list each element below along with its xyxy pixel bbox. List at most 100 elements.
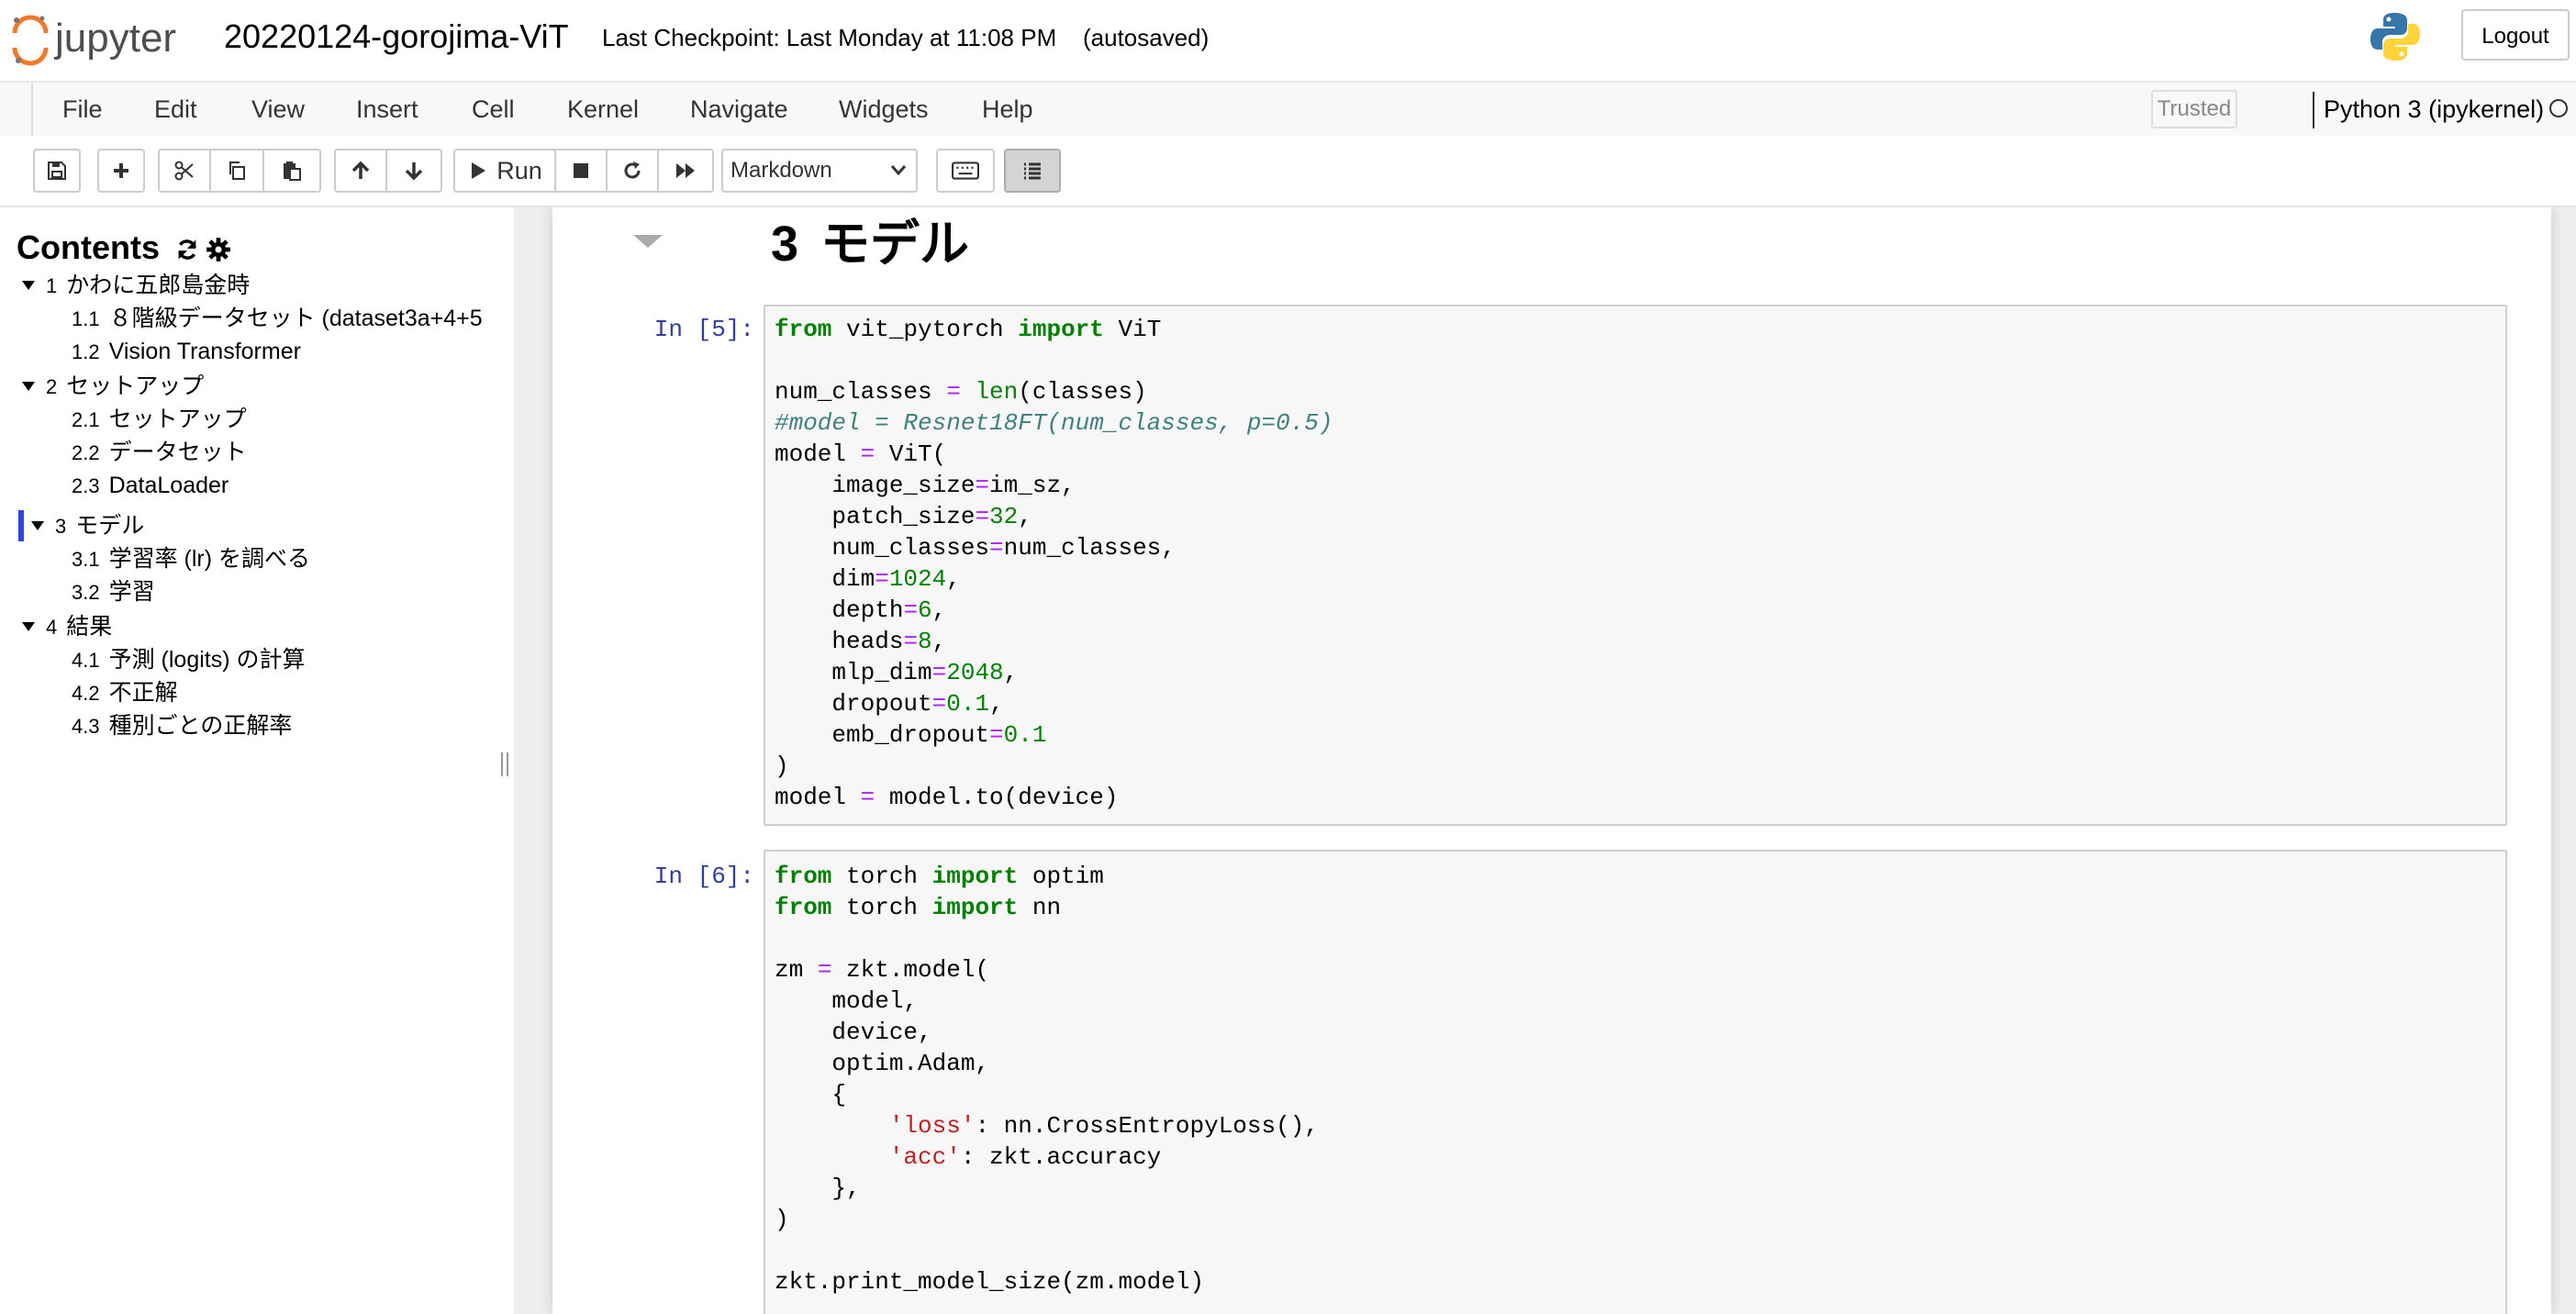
menu-navigate[interactable]: Navigate [690, 83, 788, 136]
code-cell-input[interactable]: from torch import optim from torch impor… [764, 850, 2507, 1314]
menu-cell[interactable]: Cell [472, 83, 515, 136]
menu-edit[interactable]: Edit [154, 83, 197, 136]
toc-item-1-2[interactable]: 1.2 Vision Transformer [72, 336, 301, 367]
cut-icon [174, 161, 194, 181]
interrupt-button[interactable] [556, 149, 608, 193]
code-line: { [775, 1081, 847, 1108]
toc-label: セットアップ [66, 373, 205, 399]
chevron-down-icon [890, 165, 907, 176]
notebook-title[interactable]: 20220124-gorojima-ViT [224, 13, 569, 61]
code-line: optim.Adam, [775, 1050, 990, 1077]
header: jupyter 20220124-gorojima-ViT Last Check… [0, 0, 2576, 83]
toc-item-2[interactable]: 2 セットアップ [22, 371, 204, 402]
list-icon [1024, 162, 1041, 180]
kernel-idle-icon [2549, 99, 2568, 117]
copy-button[interactable] [211, 149, 264, 193]
move-down-button[interactable] [387, 149, 442, 193]
toc-item-4[interactable]: 4 結果 [22, 611, 112, 642]
toc-item-2-3[interactable]: 2.3 DataLoader [72, 470, 229, 501]
caret-down-icon[interactable] [22, 382, 35, 391]
toc-label: かわに五郎島金時 [66, 273, 251, 298]
toc-item-4-2[interactable]: 4.2 不正解 [72, 677, 178, 708]
toc-item-2-1[interactable]: 2.1 セットアップ [72, 404, 247, 435]
move-up-button[interactable] [334, 149, 387, 193]
toc-item-3-2[interactable]: 3.2 学習 [72, 576, 155, 607]
toc-item-1[interactable]: 1 かわに五郎島金時 [22, 270, 250, 301]
code-line: device, [775, 1019, 932, 1046]
code-line: model = ViT( [775, 440, 947, 468]
insert-cell-button[interactable] [97, 149, 145, 193]
copy-icon [229, 161, 245, 180]
restart-button[interactable] [608, 149, 659, 193]
logout-button[interactable]: Logout [2461, 9, 2570, 61]
toc-label: モデル [75, 513, 145, 539]
cut-button[interactable] [158, 149, 211, 193]
cell-prompt: In [5]: [653, 316, 754, 343]
toc-number: 2.1 [72, 408, 100, 431]
play-icon [472, 162, 486, 179]
fast-forward-icon [676, 163, 695, 178]
menu-help[interactable]: Help [982, 83, 1033, 136]
menu-file[interactable]: File [62, 83, 103, 136]
toc-label: データセット [108, 440, 247, 465]
run-label: Run [496, 156, 542, 184]
keyboard-icon [952, 161, 979, 180]
caret-down-icon[interactable] [22, 281, 35, 290]
jupyter-logo-text: jupyter [53, 16, 176, 61]
toc-label: DataLoader [108, 473, 229, 498]
toc-number: 2.3 [72, 474, 100, 497]
kernel-name[interactable]: Python 3 (ipykernel) [2324, 83, 2544, 136]
trusted-indicator[interactable]: Trusted [2151, 90, 2237, 128]
code-line: model, [775, 987, 919, 1015]
toolbar: Run Markdown [0, 136, 2576, 207]
toc-item-3-1[interactable]: 3.1 学習率 (lr) を調べる [72, 543, 310, 574]
code-line: dropout=0.1, [775, 690, 1004, 718]
toc-number: 3 [55, 515, 67, 538]
restart-run-all-button[interactable] [659, 149, 714, 193]
refresh-icon[interactable] [174, 237, 200, 262]
toc-toggle-button[interactable] [1004, 149, 1061, 193]
code-line: emb_dropout=0.1 [775, 721, 1047, 749]
command-palette-button[interactable] [936, 149, 995, 193]
caret-down-icon[interactable] [31, 521, 44, 530]
menu-insert[interactable]: Insert [356, 83, 418, 136]
python-logo-icon [2370, 13, 2420, 61]
toc-item-1-1[interactable]: 1.1 ８階級データセット (dataset3a+4+5 [72, 303, 494, 334]
toc-label: ８階級データセット (dataset3a+4+5 [108, 306, 483, 331]
code-line: 'acc': zkt.accuracy [888, 1143, 1162, 1171]
paste-button[interactable] [264, 149, 321, 193]
gear-icon[interactable] [206, 237, 231, 262]
caret-down-icon[interactable] [22, 622, 35, 631]
run-button[interactable]: Run [453, 149, 556, 193]
cell-type-select[interactable]: Markdown [721, 149, 918, 193]
collapse-heading-icon[interactable] [633, 235, 663, 248]
arrow-down-icon [405, 162, 423, 181]
code-line: zkt.print_model_size(zm.model) [775, 1268, 1205, 1296]
toc-item-4-1[interactable]: 4.1 予測 (logits) の計算 [72, 644, 306, 675]
restart-icon [624, 161, 641, 179]
toc-item-2-2[interactable]: 2.2 データセット [72, 437, 247, 468]
toc-item-3[interactable]: 3 モデル [31, 510, 144, 541]
toc-number: 4 [46, 616, 58, 639]
toc-label: Vision Transformer [108, 339, 301, 364]
menubar: File Edit View Insert Cell Kernel Naviga… [0, 83, 2576, 137]
menu-widgets[interactable]: Widgets [839, 83, 929, 136]
jupyter-logo[interactable]: jupyter [6, 6, 207, 72]
markdown-heading-cell[interactable]: 3 モデル [771, 209, 969, 279]
notebook-area[interactable]: 3 モデル In [5]: from vit_pytorch import ViT… [516, 207, 2576, 1314]
toc-title: Contents [17, 228, 160, 266]
cell-prompt: In [6]: [653, 863, 754, 890]
code-line: patch_size=32, [775, 503, 1032, 530]
toc-item-4-3[interactable]: 4.3 種別ごとの正解率 [72, 710, 292, 741]
save-button[interactable] [33, 149, 81, 193]
menu-view[interactable]: View [251, 83, 305, 136]
code-cell-input[interactable]: from vit_pytorch import ViT num_classes … [764, 305, 2507, 826]
save-icon [48, 161, 66, 180]
toc-label: 結果 [66, 614, 113, 640]
toc-label: 予測 (logits) の計算 [108, 647, 306, 673]
code-line: image_size=im_sz, [775, 472, 1076, 499]
sidebar-resize-handle[interactable] [501, 752, 508, 776]
checkpoint-status: Last Checkpoint: Last Monday at 11:08 PM [602, 24, 1057, 51]
menu-kernel[interactable]: Kernel [567, 83, 639, 136]
heading-text: モデル [820, 217, 970, 272]
